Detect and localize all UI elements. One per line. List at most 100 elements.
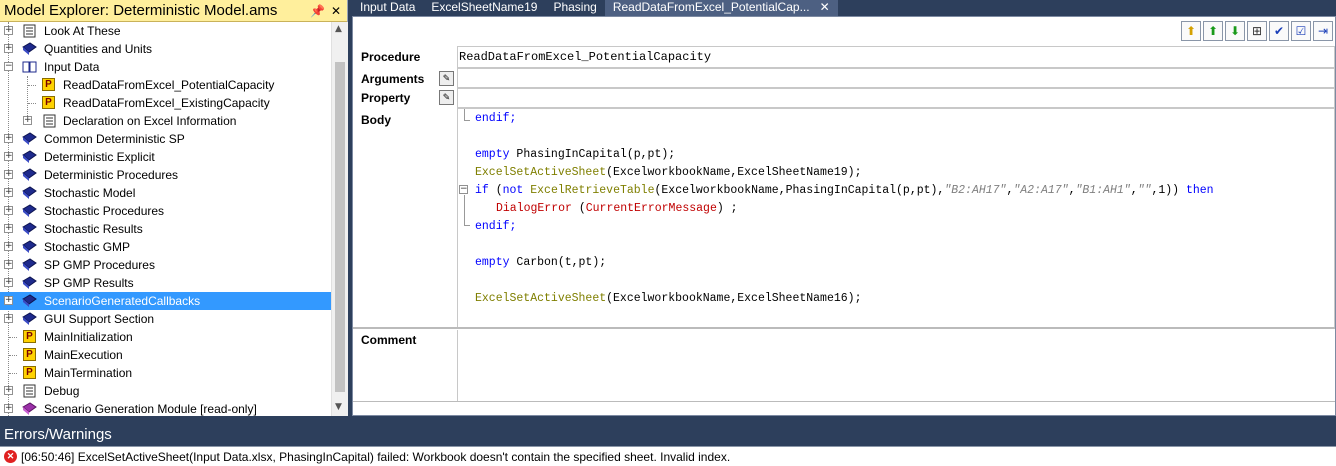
- comment-field[interactable]: [457, 330, 1335, 402]
- pin-icon[interactable]: 📌: [310, 4, 325, 18]
- tree-item-label: Stochastic Model: [44, 186, 136, 200]
- tree-item-scenario-generation-module[interactable]: + Scenario Generation Module [read-only]: [0, 400, 331, 416]
- expand-icon[interactable]: +: [4, 314, 13, 323]
- fold-icon[interactable]: −: [459, 185, 468, 194]
- tab-label: ExcelSheetName19: [431, 0, 538, 14]
- error-message[interactable]: [06:50:46] ExcelSetActiveSheet(Input Dat…: [21, 450, 730, 464]
- tab-label: Input Data: [360, 0, 416, 14]
- tree-item-stochastic-model[interactable]: + Stochastic Model: [0, 184, 331, 202]
- tree-item-deterministic-procedures[interactable]: + Deterministic Procedures: [0, 166, 331, 184]
- tree-item-label: SP GMP Results: [44, 276, 134, 290]
- export-icon[interactable]: ⇥: [1313, 21, 1333, 41]
- book-icon: [22, 240, 37, 254]
- comment-label: Comment: [361, 333, 417, 347]
- tab-label: Phasing: [553, 0, 597, 14]
- arguments-edit-button[interactable]: ✎: [439, 71, 454, 86]
- expand-icon[interactable]: +: [4, 152, 13, 161]
- comment-divider: [353, 327, 1335, 329]
- close-icon[interactable]: ✕: [331, 4, 341, 18]
- property-edit-button[interactable]: ✎: [439, 90, 454, 105]
- error-icon: ✕: [4, 450, 17, 463]
- body-code-editor[interactable]: endif; empty PhasingInCapital(p,pt); Exc…: [457, 108, 1335, 327]
- arguments-field[interactable]: [457, 68, 1335, 88]
- procedure-name-field[interactable]: ReadDataFromExcel_PotentialCapacity: [457, 46, 1335, 68]
- tree-item-label: Quantities and Units: [44, 42, 153, 56]
- tree-item-stochastic-results[interactable]: + Stochastic Results: [0, 220, 331, 238]
- expand-icon[interactable]: +: [4, 278, 13, 287]
- tree-item-quantities-and-units[interactable]: + Quantities and Units: [0, 40, 331, 58]
- script-icon: [22, 24, 37, 38]
- tree-item-label: Look At These: [44, 24, 121, 38]
- expand-icon[interactable]: +: [4, 386, 13, 395]
- expand-icon[interactable]: +: [4, 206, 13, 215]
- tree-item-common-deterministic-sp[interactable]: + Common Deterministic SP: [0, 130, 331, 148]
- tree-item-sp-gmp-results[interactable]: + SP GMP Results: [0, 274, 331, 292]
- tree-item-main-execution[interactable]: P MainExecution: [0, 346, 331, 364]
- expand-icon[interactable]: +: [4, 404, 13, 413]
- tree-item-debug[interactable]: + Debug: [0, 382, 331, 400]
- tree-item-stochastic-procedures[interactable]: + Stochastic Procedures: [0, 202, 331, 220]
- tree-icon[interactable]: ⊞: [1247, 21, 1267, 41]
- tree-item-input-data[interactable]: − Input Data: [0, 58, 331, 76]
- tree-item-main-termination[interactable]: P MainTermination: [0, 364, 331, 382]
- book-icon: [22, 312, 37, 326]
- book-icon: [22, 132, 37, 146]
- check-icon[interactable]: ✔: [1269, 21, 1289, 41]
- arguments-label: Arguments: [361, 72, 425, 86]
- scroll-down-icon[interactable]: ▼: [335, 402, 342, 412]
- procedure-name-value: ReadDataFromExcel_PotentialCapacity: [459, 50, 712, 64]
- script-icon: [42, 114, 57, 128]
- errors-panel-title: Errors/Warnings: [0, 422, 1336, 446]
- tree-item-label: Scenario Generation Module [read-only]: [44, 402, 257, 416]
- expand-icon[interactable]: +: [4, 224, 13, 233]
- collapse-icon[interactable]: −: [4, 62, 13, 71]
- tab-excel-sheet-name-19[interactable]: ExcelSheetName19: [423, 0, 545, 16]
- tree-item-read-existing-capacity[interactable]: P ReadDataFromExcel_ExistingCapacity: [0, 94, 331, 112]
- expand-icon[interactable]: +: [4, 296, 13, 305]
- book-icon: [22, 276, 37, 290]
- expand-icon[interactable]: +: [4, 26, 13, 35]
- tab-read-potential-capacity[interactable]: ReadDataFromExcel_PotentialCap... ✕: [604, 0, 838, 16]
- tab-input-data[interactable]: Input Data: [352, 0, 423, 16]
- tab-phasing[interactable]: Phasing: [545, 0, 604, 16]
- book-icon: [22, 42, 37, 56]
- code-line-11: ExcelSetActiveSheet(ExcelworkbookName,Ex…: [475, 292, 862, 305]
- tree-item-scenario-generated-callbacks[interactable]: + ScenarioGeneratedCallbacks: [0, 292, 331, 310]
- tree-item-stochastic-gmp[interactable]: + Stochastic GMP: [0, 238, 331, 256]
- expand-icon[interactable]: +: [4, 170, 13, 179]
- tree-item-look-at-these[interactable]: + Look At These: [0, 22, 331, 40]
- scroll-up-icon[interactable]: ▲: [335, 24, 342, 34]
- tree-item-label: Deterministic Explicit: [44, 150, 155, 164]
- tree-item-label: ScenarioGeneratedCallbacks: [44, 294, 201, 308]
- tree-item-label: MainTermination: [44, 366, 133, 380]
- expand-icon[interactable]: +: [4, 188, 13, 197]
- tree-item-label: GUI Support Section: [44, 312, 155, 326]
- tree-item-read-potential-capacity[interactable]: P ReadDataFromExcel_PotentialCapacity: [0, 76, 331, 94]
- expand-icon[interactable]: +: [4, 134, 13, 143]
- book-icon: [22, 168, 37, 182]
- tree-item-deterministic-explicit[interactable]: + Deterministic Explicit: [0, 148, 331, 166]
- tree-item-main-initialization[interactable]: P MainInitialization: [0, 328, 331, 346]
- explorer-title: Model Explorer: Deterministic Model.ams: [4, 2, 278, 19]
- expand-icon[interactable]: +: [23, 116, 32, 125]
- procedure-icon: P: [23, 330, 36, 343]
- tree-item-label: MainExecution: [44, 348, 123, 362]
- property-field[interactable]: [457, 88, 1335, 108]
- arrow-down-green-icon[interactable]: ⬇: [1225, 21, 1245, 41]
- tab-label: ReadDataFromExcel_PotentialCap...: [612, 0, 810, 14]
- explorer-scrollbar[interactable]: ▲ ▼: [331, 22, 348, 416]
- tree-item-label: Stochastic Results: [44, 222, 143, 236]
- expand-icon[interactable]: +: [4, 242, 13, 251]
- tree-item-label: Debug: [44, 384, 80, 398]
- expand-icon[interactable]: +: [4, 260, 13, 269]
- scrollbar-thumb[interactable]: [335, 62, 345, 392]
- expand-icon[interactable]: +: [4, 44, 13, 53]
- tree-item-sp-gmp-procedures[interactable]: + SP GMP Procedures: [0, 256, 331, 274]
- tree-item-gui-support-section[interactable]: + GUI Support Section: [0, 310, 331, 328]
- arrow-up-green-icon[interactable]: ⬆: [1203, 21, 1223, 41]
- arrow-up-yellow-icon[interactable]: ⬆: [1181, 21, 1201, 41]
- check-list-icon[interactable]: ☑: [1291, 21, 1311, 41]
- procedure-label: Procedure: [361, 50, 421, 64]
- close-tab-icon[interactable]: ✕: [820, 0, 830, 14]
- tree-item-declaration-excel[interactable]: + Declaration on Excel Information: [0, 112, 331, 130]
